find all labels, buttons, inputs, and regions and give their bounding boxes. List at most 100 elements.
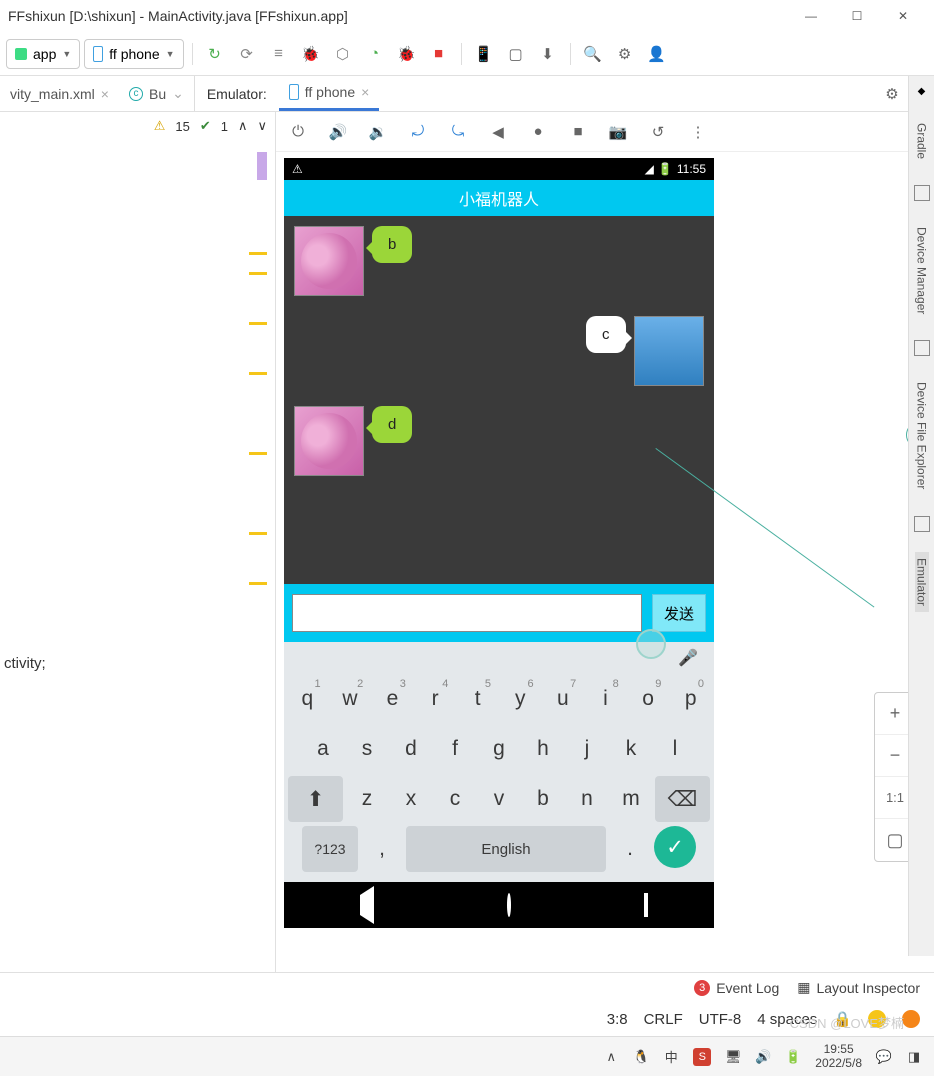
gear-icon[interactable]: ⚙	[878, 80, 906, 108]
chevron-up-icon[interactable]: ∧	[603, 1049, 619, 1065]
battery-tray-icon[interactable]: 🔋	[785, 1049, 801, 1065]
key-w[interactable]: 2w	[331, 676, 370, 722]
key-q[interactable]: 1q	[288, 676, 327, 722]
list-icon[interactable]: ≡	[265, 40, 293, 68]
sidebar-emulator[interactable]: Emulator	[915, 552, 929, 612]
key-r[interactable]: 4r	[416, 676, 455, 722]
key-f[interactable]: f	[435, 726, 475, 772]
frown-icon[interactable]	[902, 1010, 920, 1028]
stop-button[interactable]: ■	[425, 40, 453, 68]
up-icon[interactable]: ∧	[238, 118, 248, 134]
minimize-button[interactable]: —	[788, 9, 834, 23]
account-button[interactable]: 👤	[643, 40, 671, 68]
ime-icon[interactable]: 中	[663, 1049, 679, 1065]
key-g[interactable]: g	[479, 726, 519, 772]
key-l[interactable]: l	[655, 726, 695, 772]
key-u[interactable]: 7u	[544, 676, 583, 722]
comma-key[interactable]: ,	[362, 826, 402, 872]
profile-button[interactable]: ◔	[361, 40, 389, 68]
file-encoding[interactable]: UTF-8	[699, 1011, 742, 1028]
stop-icon[interactable]: ■	[564, 118, 592, 146]
power-icon[interactable]: ⏻	[284, 118, 312, 146]
key-a[interactable]: a	[303, 726, 343, 772]
key-y[interactable]: 6y	[501, 676, 540, 722]
key-j[interactable]: j	[567, 726, 607, 772]
key-m[interactable]: m	[611, 776, 651, 822]
sidebar-device-manager[interactable]: Device Manager	[915, 221, 929, 320]
layout-inspector-button[interactable]: ▦ Layout Inspector	[797, 979, 920, 996]
mic-icon[interactable]: 🎤	[678, 648, 698, 672]
volume-up-icon[interactable]: 🔊	[324, 118, 352, 146]
volume-tray-icon[interactable]: 🔊	[755, 1049, 771, 1065]
settings-button[interactable]: ⚙	[611, 40, 639, 68]
key-o[interactable]: 9o	[629, 676, 668, 722]
maximize-button[interactable]: ☐	[834, 9, 880, 23]
snapshot-icon[interactable]: ↺	[644, 118, 672, 146]
chevron-down-icon[interactable]: ⌄	[172, 85, 184, 102]
backspace-key[interactable]: ⌫	[655, 776, 710, 822]
key-h[interactable]: h	[523, 726, 563, 772]
sync-button[interactable]: ⬇	[534, 40, 562, 68]
key-c[interactable]: c	[435, 776, 475, 822]
enter-key[interactable]: ✓	[654, 826, 696, 868]
key-s[interactable]: s	[347, 726, 387, 772]
debug-button[interactable]: 🐞	[297, 40, 325, 68]
apply-changes-button[interactable]: ⟳	[233, 40, 261, 68]
avd-manager-button[interactable]: 📱	[470, 40, 498, 68]
down-icon[interactable]: ∨	[257, 118, 267, 134]
record-icon[interactable]: ●	[524, 118, 552, 146]
cursor-position[interactable]: 3:8	[607, 1011, 628, 1028]
sogou-tray-icon[interactable]: S	[693, 1048, 711, 1066]
rotate-left-icon[interactable]: ⤾	[404, 118, 432, 146]
key-n[interactable]: n	[567, 776, 607, 822]
recents-button[interactable]	[644, 895, 648, 916]
key-d[interactable]: d	[391, 726, 431, 772]
key-e[interactable]: 3e	[373, 676, 412, 722]
period-key[interactable]: .	[610, 826, 650, 872]
line-separator[interactable]: CRLF	[644, 1011, 683, 1028]
coverage-button[interactable]: ⬡	[329, 40, 357, 68]
tab-xml[interactable]: vity_main.xml ×	[0, 76, 119, 111]
rotate-right-icon[interactable]: ⤿	[444, 118, 472, 146]
search-button[interactable]: 🔍	[579, 40, 607, 68]
back-icon[interactable]: ◀	[484, 118, 512, 146]
key-p[interactable]: 0p	[671, 676, 710, 722]
code-editor[interactable]: ⚠15 ✔1 ∧ ∨ ctivity;	[0, 112, 276, 972]
more-icon[interactable]: ⋮	[684, 118, 712, 146]
event-log-button[interactable]: 3 Event Log	[694, 980, 779, 996]
app-tray-icon[interactable]: ◨	[906, 1049, 922, 1065]
key-z[interactable]: z	[347, 776, 387, 822]
spacebar-key[interactable]: English	[406, 826, 606, 872]
camera-icon[interactable]: 📷	[604, 118, 632, 146]
close-icon[interactable]: ×	[361, 84, 369, 100]
display-tray-icon[interactable]: 🖥	[725, 1049, 741, 1065]
key-b[interactable]: b	[523, 776, 563, 822]
module-selector[interactable]: app ▼	[6, 39, 80, 69]
chat-area[interactable]: b c d	[284, 216, 714, 584]
key-i[interactable]: 8i	[586, 676, 625, 722]
send-button[interactable]: 发送	[652, 594, 706, 632]
sidebar-gradle[interactable]: Gradle	[915, 117, 929, 165]
shift-key[interactable]: ⬆	[288, 776, 343, 822]
close-icon[interactable]: ×	[101, 86, 109, 102]
key-k[interactable]: k	[611, 726, 651, 772]
taskbar-clock[interactable]: 19:55 2022/5/8	[815, 1043, 862, 1069]
inspection-summary[interactable]: ⚠15 ✔1 ∧ ∨	[154, 118, 267, 134]
emulator-tab[interactable]: ff phone ×	[279, 76, 380, 111]
sdk-manager-button[interactable]: ▢	[502, 40, 530, 68]
device-selector[interactable]: ff phone ▼	[84, 39, 183, 69]
notification-tray-icon[interactable]: 💬	[876, 1049, 892, 1065]
qq-tray-icon[interactable]: 🐧	[633, 1049, 649, 1065]
key-t[interactable]: 5t	[458, 676, 497, 722]
tab-build[interactable]: c Bu ⌄	[119, 76, 194, 111]
sidebar-device-file-explorer[interactable]: Device File Explorer	[915, 376, 929, 495]
run-button[interactable]: ↻	[201, 40, 229, 68]
attach-debugger-button[interactable]: 🐞	[393, 40, 421, 68]
volume-down-icon[interactable]: 🔉	[364, 118, 392, 146]
back-button[interactable]	[351, 895, 374, 916]
symbols-key[interactable]: ?123	[302, 826, 358, 872]
home-button[interactable]	[507, 895, 511, 916]
key-x[interactable]: x	[391, 776, 431, 822]
message-input[interactable]	[292, 594, 642, 632]
key-v[interactable]: v	[479, 776, 519, 822]
